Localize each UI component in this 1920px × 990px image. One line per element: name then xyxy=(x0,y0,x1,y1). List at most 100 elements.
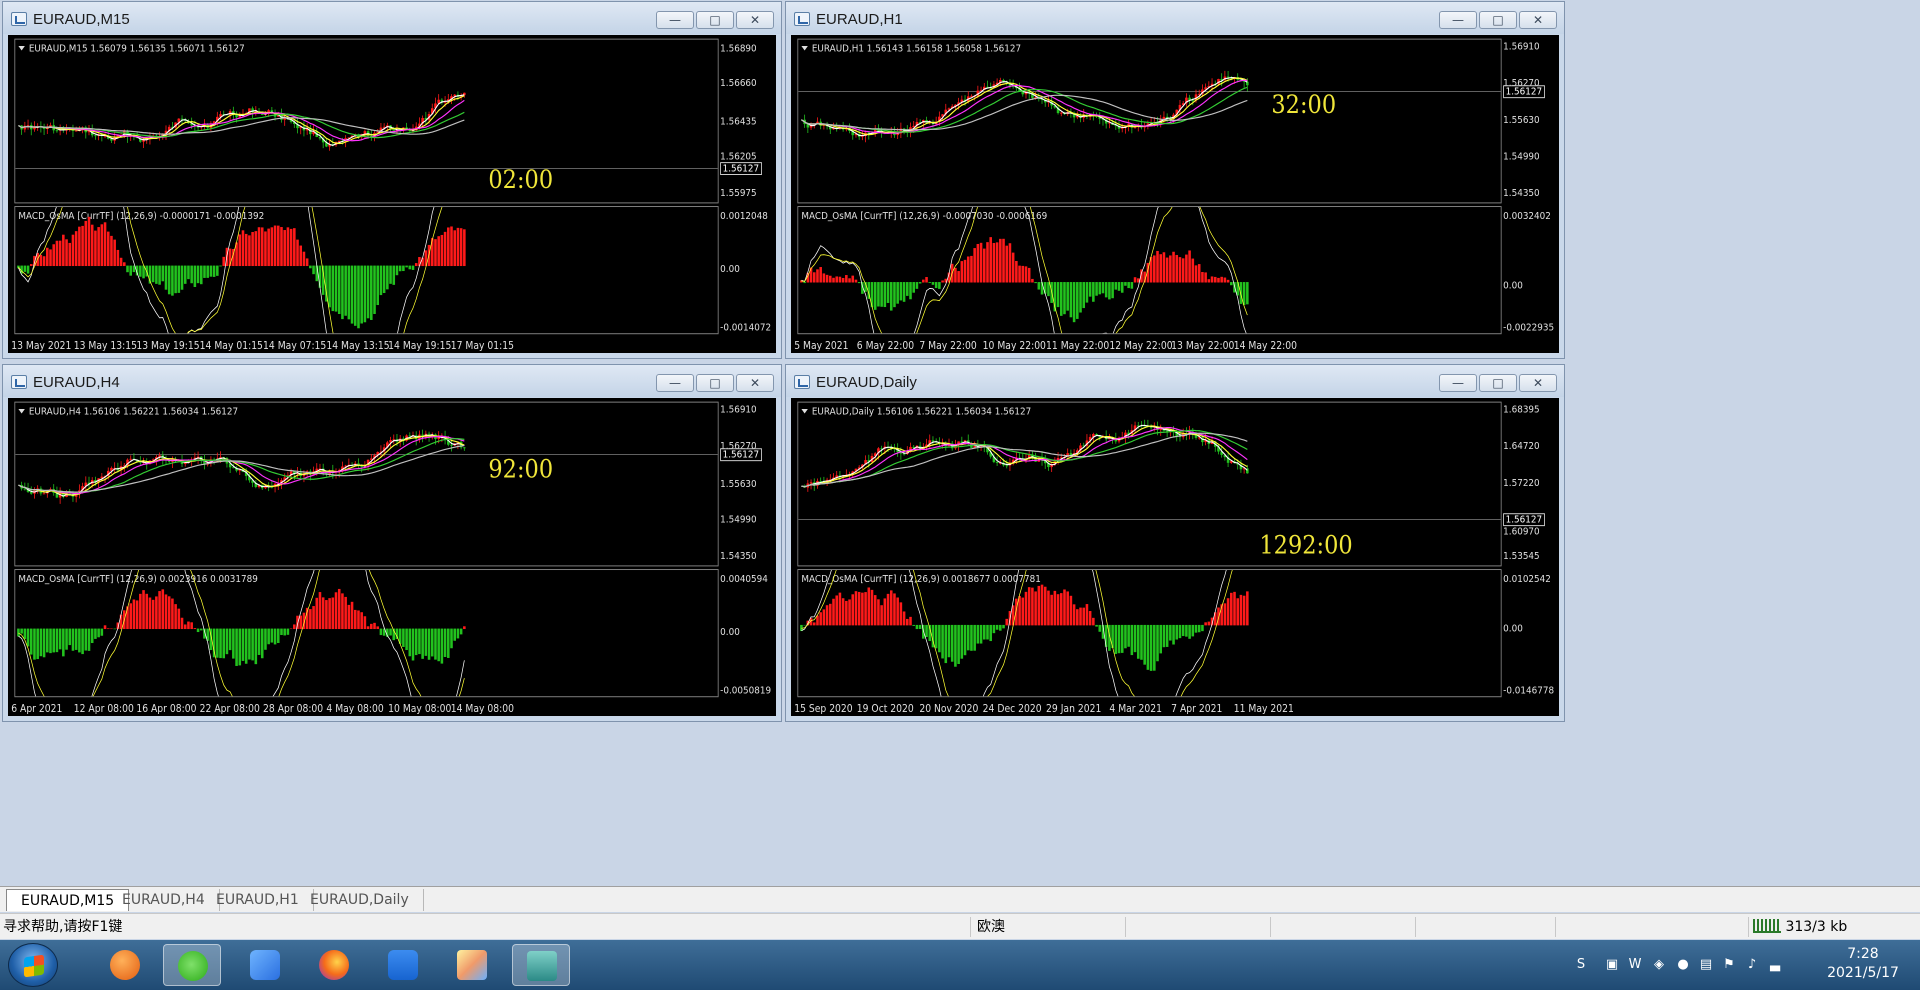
taskbar-app-wechat[interactable] xyxy=(163,944,221,986)
macd-bar xyxy=(408,265,412,270)
macd-bar xyxy=(838,276,842,283)
macd-pane[interactable]: MACD_OsMA [CurrTF] (12,26,9) 0.0018677 0… xyxy=(797,569,1502,698)
macd-bar xyxy=(305,258,309,267)
candlestick-chart[interactable] xyxy=(798,403,1501,567)
close-button[interactable]: ✕ xyxy=(1519,11,1557,29)
chart-area[interactable]: EURAUD,M15 1.56079 1.56135 1.56071 1.561… xyxy=(8,35,776,353)
taskbar-app-pen[interactable] xyxy=(236,944,294,986)
macd-bar xyxy=(973,248,976,283)
macd-bar xyxy=(376,265,380,306)
macd-bar xyxy=(1088,611,1092,626)
ma-white-line xyxy=(801,424,1248,488)
chart-content: EURAUD,M15 1.56079 1.56135 1.56071 1.561… xyxy=(8,35,776,353)
candlestick-chart[interactable] xyxy=(798,40,1501,204)
bag-icon[interactable]: ▣ xyxy=(1603,956,1621,974)
time-tick-label: 29 Jan 2021 xyxy=(1046,701,1102,715)
taskbar-clock[interactable]: 7:28 2021/5/17 xyxy=(1818,945,1908,983)
macd-pane[interactable]: MACD_OsMA [CurrTF] (12,26,9) 0.0023916 0… xyxy=(14,569,719,698)
macd-bar xyxy=(219,265,222,267)
macd-pane[interactable]: MACD_OsMA [CurrTF] (12,26,9) -0.0007030 … xyxy=(797,206,1502,335)
macd-bar xyxy=(78,226,81,267)
macd-bar xyxy=(880,605,883,626)
taskbar-app-firefox[interactable] xyxy=(305,944,363,986)
minimize-button[interactable]: — xyxy=(656,374,694,392)
close-button[interactable]: ✕ xyxy=(736,374,774,392)
macd-bar xyxy=(74,231,78,267)
title-bar[interactable]: EURAUD,H4 — □ ✕ xyxy=(3,365,781,397)
start-button[interactable] xyxy=(8,943,58,987)
minimize-button[interactable]: — xyxy=(1439,374,1477,392)
price-pane[interactable]: EURAUD,H1 1.56143 1.56158 1.56058 1.5612… xyxy=(797,38,1502,204)
macd-bar xyxy=(293,228,296,267)
macd-bar xyxy=(1031,278,1034,283)
macd-bar xyxy=(812,622,816,626)
title-bar[interactable]: EURAUD,M15 — □ ✕ xyxy=(3,2,781,34)
chart-area[interactable]: EURAUD,H1 1.56143 1.56158 1.56058 1.5612… xyxy=(791,35,1559,353)
macd-bar xyxy=(832,598,835,626)
price-tick-label: 1.55630 xyxy=(720,477,757,490)
maximize-button[interactable]: □ xyxy=(1479,11,1517,29)
taskbar-app-paint[interactable] xyxy=(443,944,501,986)
macd-bar xyxy=(151,265,155,283)
candle xyxy=(357,458,360,469)
windows-logo-icon xyxy=(24,954,44,978)
chart-window-euraud-h4[interactable]: EURAUD,H4 — □ ✕ EURAUD,H4 1.56106 1.5622… xyxy=(2,364,782,722)
macd-bar xyxy=(199,265,203,285)
candlestick-chart[interactable] xyxy=(15,403,718,567)
price-pane[interactable]: EURAUD,Daily 1.56106 1.56221 1.56034 1.5… xyxy=(797,401,1502,567)
chart-window-euraud-h1[interactable]: EURAUD,H1 — □ ✕ EURAUD,H1 1.56143 1.5615… xyxy=(785,1,1565,359)
price-pane[interactable]: EURAUD,H4 1.56106 1.56221 1.56034 1.5612… xyxy=(14,401,719,567)
macd-bar xyxy=(180,265,184,290)
title-bar[interactable]: EURAUD,H1 — □ ✕ xyxy=(786,2,1564,34)
tab-euraud-daily[interactable]: EURAUD,Daily xyxy=(296,889,424,911)
connection-status[interactable]: 313/3 kb xyxy=(1748,917,1920,937)
maximize-button[interactable]: □ xyxy=(696,11,734,29)
close-button[interactable]: ✕ xyxy=(736,11,774,29)
signal-icon[interactable]: ▃ xyxy=(1766,956,1784,974)
macd-bar xyxy=(841,598,845,626)
macd-bar xyxy=(957,624,960,664)
wps-icon[interactable]: W xyxy=(1626,956,1644,974)
macd-bar xyxy=(1011,252,1015,283)
shield-icon[interactable]: ◈ xyxy=(1650,956,1668,974)
maximize-button[interactable]: □ xyxy=(1479,374,1517,392)
macd-bar xyxy=(854,279,858,283)
minimize-button[interactable]: — xyxy=(656,11,694,29)
macd-pane[interactable]: MACD_OsMA [CurrTF] (12,26,9) -0.0000171 … xyxy=(14,206,719,335)
wechat-tray-icon[interactable]: ● xyxy=(1674,956,1692,974)
chart-window-euraud-m15[interactable]: EURAUD,M15 — □ ✕ EURAUD,M15 1.56079 1.56… xyxy=(2,1,782,359)
macd-bar xyxy=(222,256,226,267)
flag-icon[interactable]: ⚑ xyxy=(1720,956,1738,974)
macd-bar xyxy=(405,265,408,268)
time-tick-label: 11 May 22:00 xyxy=(1046,338,1110,352)
chart-area[interactable]: EURAUD,Daily 1.56106 1.56221 1.56034 1.5… xyxy=(791,398,1559,716)
volume-muted-icon[interactable]: ♪ xyxy=(1743,956,1761,974)
macd-bar xyxy=(219,628,222,659)
macd-bar xyxy=(906,282,909,296)
macd-bar xyxy=(87,628,91,651)
taskbar-app-cloud[interactable] xyxy=(374,944,432,986)
network-icon[interactable]: ▤ xyxy=(1697,956,1715,974)
taskbar-app-orange[interactable] xyxy=(96,944,154,986)
macd-bar xyxy=(447,628,450,658)
macd-bar xyxy=(225,628,229,655)
macd-bar xyxy=(1178,624,1182,639)
minimize-button[interactable]: — xyxy=(1439,11,1477,29)
price-pane[interactable]: EURAUD,M15 1.56079 1.56135 1.56071 1.561… xyxy=(14,38,719,204)
maximize-button[interactable]: □ xyxy=(696,374,734,392)
chart-area[interactable]: EURAUD,H4 1.56106 1.56221 1.56034 1.5612… xyxy=(8,398,776,716)
time-tick-label: 12 Apr 08:00 xyxy=(73,701,134,715)
macd-bar xyxy=(851,594,855,626)
chart-window-icon xyxy=(11,12,27,26)
title-bar[interactable]: EURAUD,Daily — □ ✕ xyxy=(786,365,1564,397)
macd-bar xyxy=(260,628,264,659)
sogou-input-icon[interactable]: S xyxy=(1572,956,1590,974)
macd-bar xyxy=(254,628,258,665)
candlestick-chart[interactable] xyxy=(15,40,718,204)
candle xyxy=(142,137,145,148)
taskbar-app-metatrader[interactable] xyxy=(512,944,570,986)
chart-window-euraud-daily[interactable]: EURAUD,Daily — □ ✕ EURAUD,Daily 1.56106 … xyxy=(785,364,1565,722)
close-button[interactable]: ✕ xyxy=(1519,374,1557,392)
macd-bar xyxy=(845,275,848,283)
candle xyxy=(1140,421,1143,428)
